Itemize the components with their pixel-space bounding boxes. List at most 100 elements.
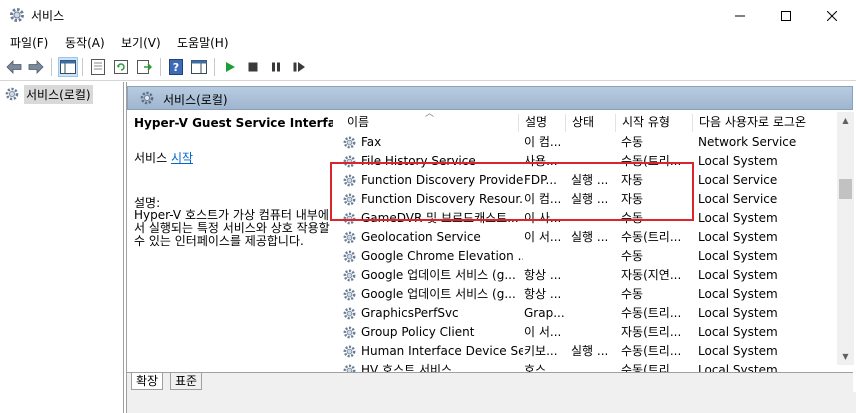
back-button[interactable] — [4, 57, 24, 77]
view-tabs: 확장 표준 — [127, 372, 853, 392]
service-description: 호스... — [524, 363, 558, 372]
restart-icon — [293, 62, 305, 72]
service-logon-as: Local System — [698, 363, 778, 372]
service-gear-icon — [343, 269, 356, 282]
table-row[interactable]: Fax 이 컴... 수동 Network Service — [333, 133, 839, 152]
service-logon-as: Local System — [698, 154, 778, 168]
service-name: File History Service — [361, 154, 476, 168]
action-pane-icon — [191, 60, 207, 74]
service-startup-type: 자동 — [621, 173, 644, 187]
service-description: FDP... — [524, 173, 557, 187]
scrollbar-thumb[interactable] — [839, 179, 852, 199]
service-name: Group Policy Client — [361, 325, 475, 339]
service-description: 사용... — [524, 154, 558, 168]
service-startup-type: 수동(트리... — [621, 154, 682, 168]
table-row[interactable]: Function Discovery Provide... FDP... 실행 ..… — [333, 171, 839, 190]
properties-button[interactable] — [88, 57, 108, 77]
service-name: HV 호스트 서비스 — [361, 363, 453, 372]
list-header: ︿ 이름 설명 상태 시작 유형 다음 사용자로 로그온 — [333, 112, 839, 132]
title-bar: 서비스 — [0, 0, 856, 31]
column-header-logon-as[interactable]: 다음 사용자로 로그온 — [692, 114, 839, 132]
service-gear-icon — [343, 155, 356, 168]
table-row[interactable]: Google 업데이트 서비스 (g... 항상 ... 자동(지연... Local… — [333, 266, 839, 285]
column-header-name[interactable]: 이름 — [341, 114, 524, 132]
service-startup-type: 자동(트리... — [621, 325, 682, 339]
service-gear-icon — [343, 326, 356, 339]
column-header-startup-type[interactable]: 시작 유형 — [615, 114, 692, 132]
maximize-button[interactable] — [763, 0, 809, 31]
description-text: Hyper-V 호스트가 가상 컴퓨터 내부에서 실행되는 특정 서비스와 상호… — [134, 208, 330, 248]
properties-icon — [91, 59, 105, 75]
service-name: Function Discovery Provide... — [361, 173, 523, 187]
maximize-icon — [781, 10, 791, 21]
service-name: Human Interface Device Se... — [361, 344, 523, 358]
table-row[interactable]: Group Policy Client 이 서... 자동(트리... Local S… — [333, 323, 839, 342]
tab-extended[interactable]: 확장 — [131, 373, 164, 390]
service-logon-as: Local Service — [698, 192, 778, 206]
service-status: 실행 ... — [571, 173, 609, 187]
menu-view[interactable]: 보기(V) — [121, 34, 161, 51]
export-list-button[interactable] — [134, 57, 154, 77]
menu-file[interactable]: 파일(F) — [10, 34, 48, 51]
column-header-description[interactable]: 설명 — [518, 114, 565, 132]
service-description: 이 사... — [524, 211, 562, 225]
service-status: 실행 ... — [571, 344, 609, 358]
scroll-down-arrow-icon[interactable]: ▼ — [837, 348, 854, 365]
console-tree: 서비스(로컬) — [0, 82, 124, 413]
forward-button[interactable] — [26, 57, 46, 77]
status-bar — [127, 392, 856, 413]
service-gear-icon — [343, 231, 356, 244]
service-startup-type: 수동(트리... — [621, 306, 682, 320]
service-description: 항상 ... — [524, 268, 562, 282]
service-startup-type: 수동 — [621, 135, 644, 149]
vertical-scrollbar[interactable]: ▲ ▼ — [837, 112, 854, 365]
table-row[interactable]: Human Interface Device Se... 키보... 실행 ... 수… — [333, 342, 839, 361]
table-row[interactable]: Function Discovery Resour... 이 컴... 실행 ...… — [333, 190, 839, 209]
restart-service-button[interactable] — [289, 57, 309, 77]
service-logon-as: Network Service — [698, 135, 797, 149]
service-startup-type: 수동 — [621, 249, 644, 263]
pause-service-button[interactable] — [266, 57, 286, 77]
forward-arrow-icon — [28, 60, 44, 74]
table-row[interactable]: GameDVR 및 브로드캐스트... 이 사... 수동 Local System — [333, 209, 839, 228]
selected-service-name: Hyper-V Guest Service Interface — [134, 116, 352, 130]
service-name: Fax — [361, 135, 382, 149]
toolbar-separator — [82, 58, 83, 76]
tab-standard[interactable]: 표준 — [170, 373, 203, 390]
services-gear-icon — [5, 87, 19, 101]
scroll-up-arrow-icon[interactable]: ▲ — [837, 112, 854, 129]
pane-header-title: 서비스(로컬) — [163, 93, 228, 107]
table-row[interactable]: File History Service 사용... 수동(트리... Local S… — [333, 152, 839, 171]
service-logon-as: Local System — [698, 344, 778, 358]
service-logon-as: Local System — [698, 268, 778, 282]
menu-help[interactable]: 도움말(H) — [177, 34, 229, 51]
service-description: Grap... — [524, 306, 565, 320]
show-action-pane-button[interactable] — [189, 57, 209, 77]
toolbar-separator — [51, 58, 52, 76]
tree-item-services-local[interactable]: 서비스(로컬) — [4, 84, 93, 104]
show-hide-console-tree-button[interactable] — [58, 57, 78, 77]
table-row[interactable]: Geolocation Service 이 서... 실행 ... 수동(트리... L… — [333, 228, 839, 247]
stop-service-button[interactable] — [243, 57, 263, 77]
help-button[interactable]: ? — [166, 57, 186, 77]
service-gear-icon — [343, 193, 356, 206]
table-row[interactable]: Google 업데이트 서비스 (g... 항상 ... 수동 Local Syste… — [333, 285, 839, 304]
service-logon-as: Local System — [698, 325, 778, 339]
table-row[interactable]: HV 호스트 서비스 호스... 수동(트리... Local System — [333, 361, 839, 372]
column-header-status[interactable]: 상태 — [565, 114, 615, 132]
start-service-button[interactable] — [220, 57, 240, 77]
start-service-link[interactable]: 시작 — [171, 151, 193, 165]
service-name: Google Chrome Elevation ... — [361, 249, 523, 263]
refresh-button[interactable] — [111, 57, 131, 77]
stop-icon — [248, 62, 258, 72]
service-gear-icon — [343, 136, 356, 149]
service-description: 이 컴... — [524, 192, 562, 206]
start-service-line: 서비스 시작 — [134, 149, 193, 166]
menu-action[interactable]: 동작(A) — [65, 34, 105, 51]
table-row[interactable]: Google Chrome Elevation ... 수동 Local Syste… — [333, 247, 839, 266]
minimize-button[interactable] — [717, 0, 763, 31]
table-row[interactable]: GraphicsPerfSvc Grap... 수동(트리... Local Syst… — [333, 304, 839, 323]
close-button[interactable] — [809, 0, 855, 31]
service-status: 실행 ... — [571, 192, 609, 206]
service-startup-type: 자동 — [621, 192, 644, 206]
